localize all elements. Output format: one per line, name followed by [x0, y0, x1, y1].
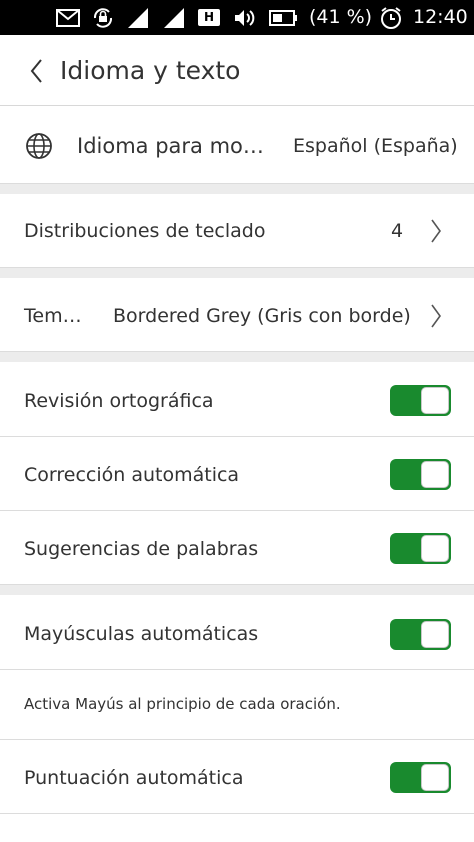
toggle-knob	[421, 387, 449, 414]
back-button[interactable]	[22, 53, 50, 89]
word-suggestions-toggle[interactable]	[390, 533, 451, 564]
section-divider	[0, 585, 474, 595]
section-divider	[0, 184, 474, 194]
toggle-knob	[421, 764, 449, 791]
word-suggestions-label: Sugerencias de palabras	[24, 538, 259, 560]
theme-value: Bordered Grey (Gris con borde)	[113, 305, 411, 327]
battery-percentage: (41 %)	[309, 6, 373, 28]
clock: 12:40	[413, 6, 468, 28]
auto-correction-row: Corrección automática	[0, 437, 474, 511]
auto-correction-label: Corrección automática	[24, 464, 240, 486]
section-divider	[0, 352, 474, 362]
signal-icon	[162, 0, 186, 35]
signal-icon	[126, 0, 150, 35]
mail-icon	[56, 0, 80, 35]
page-header: Idioma y texto	[0, 35, 474, 106]
chevron-right-icon	[431, 304, 441, 328]
auto-caps-description-row: Activa Mayús al principio de cada oració…	[0, 670, 474, 740]
spell-check-row: Revisión ortográfica	[0, 362, 474, 437]
h-network-icon: H	[198, 0, 220, 35]
display-language-label: Idioma para mo…	[77, 134, 264, 158]
keyboard-layouts-row[interactable]: Distribuciones de teclado 4	[0, 194, 474, 268]
volume-icon	[233, 0, 257, 35]
display-language-value: Español (España)	[293, 135, 458, 157]
toggle-knob	[421, 621, 449, 648]
theme-label: Tem…	[24, 305, 82, 327]
auto-punctuation-row: Puntuación automática	[0, 740, 474, 814]
theme-row[interactable]: Tem… Bordered Grey (Gris con borde)	[0, 278, 474, 352]
auto-correction-toggle[interactable]	[390, 459, 451, 490]
chevron-right-icon	[431, 219, 441, 243]
page-title: Idioma y texto	[60, 56, 241, 85]
auto-caps-toggle[interactable]	[390, 619, 451, 650]
display-language-row[interactable]: Idioma para mo… Español (España)	[0, 107, 474, 184]
battery-icon	[269, 0, 299, 35]
auto-caps-description: Activa Mayús al principio de cada oració…	[24, 695, 341, 713]
auto-punctuation-toggle[interactable]	[390, 762, 451, 793]
globe-icon	[25, 132, 53, 164]
section-divider	[0, 268, 474, 278]
word-suggestions-row: Sugerencias de palabras	[0, 511, 474, 585]
keyboard-layouts-label: Distribuciones de teclado	[24, 220, 266, 242]
status-bar: H (41 %) 12:40	[0, 0, 474, 35]
spell-check-label: Revisión ortográfica	[24, 390, 214, 412]
auto-punctuation-label: Puntuación automática	[24, 767, 244, 789]
toggle-knob	[421, 535, 449, 562]
spell-check-toggle[interactable]	[390, 385, 451, 416]
network-badge: H	[198, 9, 220, 26]
auto-caps-label: Mayúsculas automáticas	[24, 623, 259, 645]
keyboard-layouts-count: 4	[391, 220, 404, 242]
alarm-icon	[379, 0, 403, 35]
auto-caps-row: Mayúsculas automáticas	[0, 595, 474, 670]
chevron-left-icon	[30, 59, 42, 83]
rotation-lock-icon	[91, 0, 115, 35]
toggle-knob	[421, 461, 449, 488]
